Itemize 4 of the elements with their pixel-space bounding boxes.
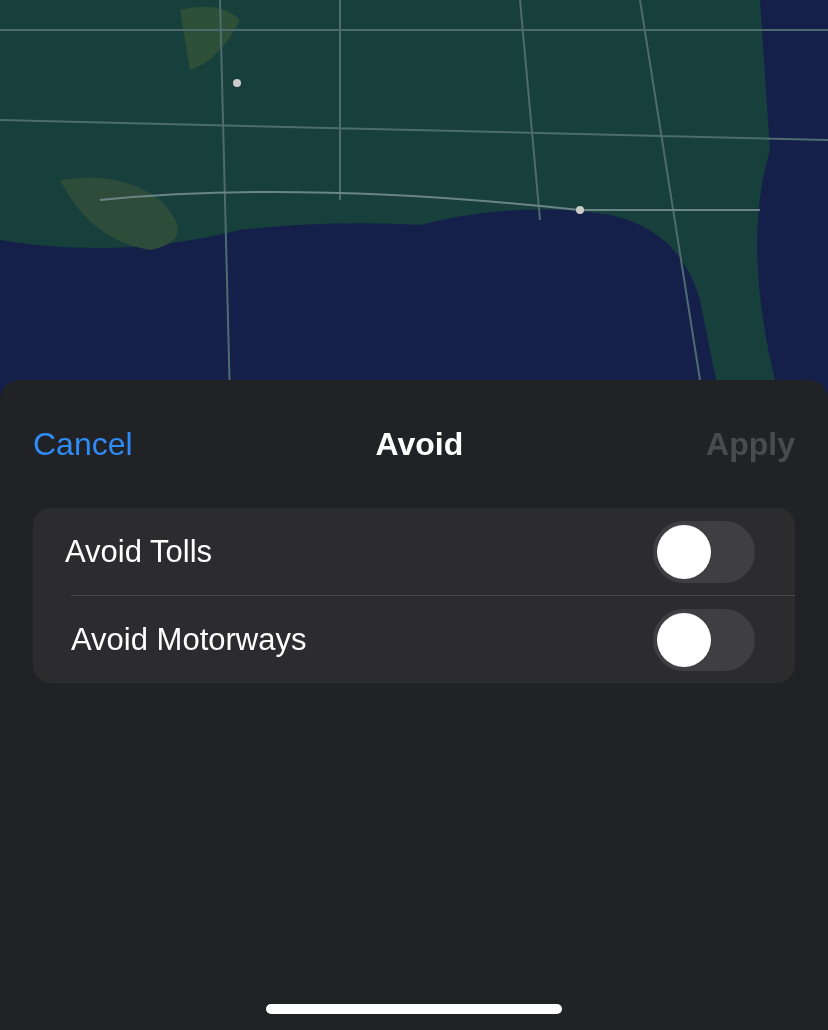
sheet-title: Avoid <box>375 425 464 463</box>
option-label: Avoid Motorways <box>71 621 307 658</box>
option-label: Avoid Tolls <box>65 533 213 570</box>
cancel-button[interactable]: Cancel <box>33 425 133 463</box>
